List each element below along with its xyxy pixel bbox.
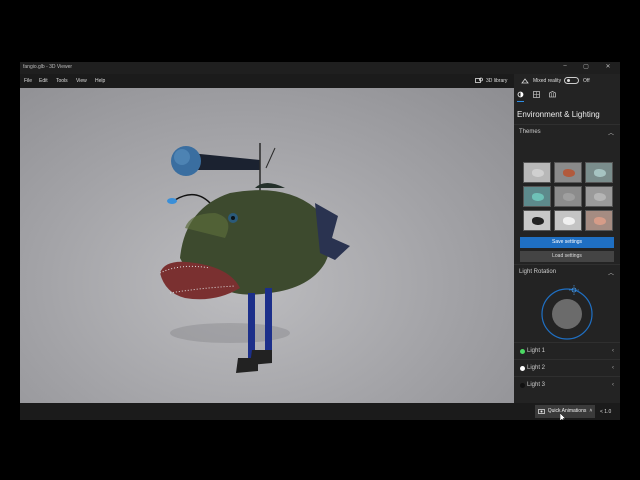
sun-icon xyxy=(517,91,524,98)
menu-bar: File Edit Tools View Help 3D library xyxy=(20,74,514,88)
chevron-left-icon: ‹ xyxy=(612,382,614,388)
chevron-up-icon: ˄ xyxy=(589,408,593,414)
menu-view[interactable]: View xyxy=(76,78,87,84)
quick-animations-label: Quick Animations xyxy=(547,408,587,414)
theme-option-6[interactable] xyxy=(585,186,613,207)
light-2-label: Light 2 xyxy=(527,365,546,371)
toggle-state-label: Off xyxy=(583,78,590,84)
close-button[interactable]: ✕ xyxy=(598,63,618,70)
theme-option-3[interactable] xyxy=(585,162,613,183)
theme-option-8[interactable] xyxy=(554,210,582,231)
mouse-cursor-icon xyxy=(560,413,566,420)
theme-preview-fish xyxy=(532,217,544,225)
cube-grid-icon xyxy=(549,91,556,98)
theme-preview-fish xyxy=(563,169,575,177)
theme-option-1[interactable] xyxy=(523,162,551,183)
theme-preview-fish xyxy=(563,217,575,225)
active-tab-indicator xyxy=(517,101,524,102)
minimize-button[interactable]: – xyxy=(555,63,575,69)
light-1-dot xyxy=(520,349,525,354)
theme-option-5[interactable] xyxy=(554,186,582,207)
light-1-label: Light 1 xyxy=(527,348,546,354)
theme-preview-fish xyxy=(532,169,544,177)
themes-section-header[interactable]: Themes ︿ xyxy=(514,124,620,138)
anglerfish-model[interactable] xyxy=(20,88,514,403)
light-rotation-header[interactable]: Light Rotation ︿ xyxy=(514,264,620,278)
tab-animation[interactable] xyxy=(549,91,556,100)
maximize-button[interactable]: ▢ xyxy=(576,63,596,70)
theme-preview-fish xyxy=(594,217,606,225)
3d-library-label: 3D library xyxy=(486,77,508,84)
app-window: fangio.glb - 3D Viewer – ▢ ✕ File Edit T… xyxy=(20,62,620,420)
light-3-dot xyxy=(520,383,525,388)
mixed-reality-bar: Mixed reality Off xyxy=(514,74,620,88)
3d-library-button[interactable]: 3D library xyxy=(475,77,507,84)
menu-help[interactable]: Help xyxy=(95,78,105,84)
theme-preview-fish xyxy=(563,193,575,201)
theme-grid xyxy=(523,162,617,231)
microphone-model xyxy=(171,143,276,198)
save-settings-button[interactable]: Save settings xyxy=(520,237,614,248)
grid-icon xyxy=(533,91,540,98)
playback-speed[interactable]: < 1.0 xyxy=(600,409,611,415)
chevron-up-icon: ︿ xyxy=(607,131,614,137)
light-2-row[interactable]: Light 2 ‹ xyxy=(514,359,620,376)
mixed-reality-icon xyxy=(521,78,529,84)
lure-model xyxy=(167,194,211,204)
theme-option-2[interactable] xyxy=(554,162,582,183)
light-3-row[interactable]: Light 3 ‹ xyxy=(514,376,620,393)
theme-preview-fish xyxy=(594,193,606,201)
load-settings-button[interactable]: Load settings xyxy=(520,251,614,262)
side-panel: Mixed reality Off Environment & Lighting… xyxy=(514,74,620,420)
menu-file[interactable]: File xyxy=(24,78,32,84)
mixed-reality-toggle[interactable] xyxy=(564,77,579,84)
tab-environment-lighting[interactable] xyxy=(517,91,524,100)
panel-tabs xyxy=(514,88,620,102)
light-rotation-label: Light Rotation xyxy=(519,269,557,275)
animation-icon xyxy=(537,409,545,414)
fish-body xyxy=(159,183,350,300)
3d-viewport[interactable] xyxy=(20,88,514,403)
themes-label: Themes xyxy=(519,129,541,135)
theme-preview-fish xyxy=(532,193,544,201)
chevron-up-icon: ︿ xyxy=(607,271,614,277)
theme-preview-fish xyxy=(594,169,606,177)
chevron-left-icon: ‹ xyxy=(612,348,614,354)
theme-option-4[interactable] xyxy=(523,186,551,207)
3d-library-icon xyxy=(475,77,483,83)
mixed-reality-label: Mixed reality xyxy=(533,78,562,84)
chevron-left-icon: ‹ xyxy=(612,365,614,371)
bottom-bar xyxy=(20,403,620,420)
menu-edit[interactable]: Edit xyxy=(39,78,48,84)
light-2-dot xyxy=(520,366,525,371)
theme-option-7[interactable] xyxy=(523,210,551,231)
theme-option-9[interactable] xyxy=(585,210,613,231)
light-1-row[interactable]: Light 1 ‹ xyxy=(514,342,620,359)
window-title: fangio.glb - 3D Viewer xyxy=(23,64,73,70)
light-3-label: Light 3 xyxy=(527,382,546,388)
light-rotation-dial[interactable] xyxy=(539,284,595,340)
tab-stats[interactable] xyxy=(533,91,540,100)
title-bar: fangio.glb - 3D Viewer – ▢ ✕ xyxy=(20,62,620,74)
menu-tools[interactable]: Tools xyxy=(56,78,68,84)
fish-legs xyxy=(236,288,272,373)
panel-heading: Environment & Lighting xyxy=(517,110,600,119)
